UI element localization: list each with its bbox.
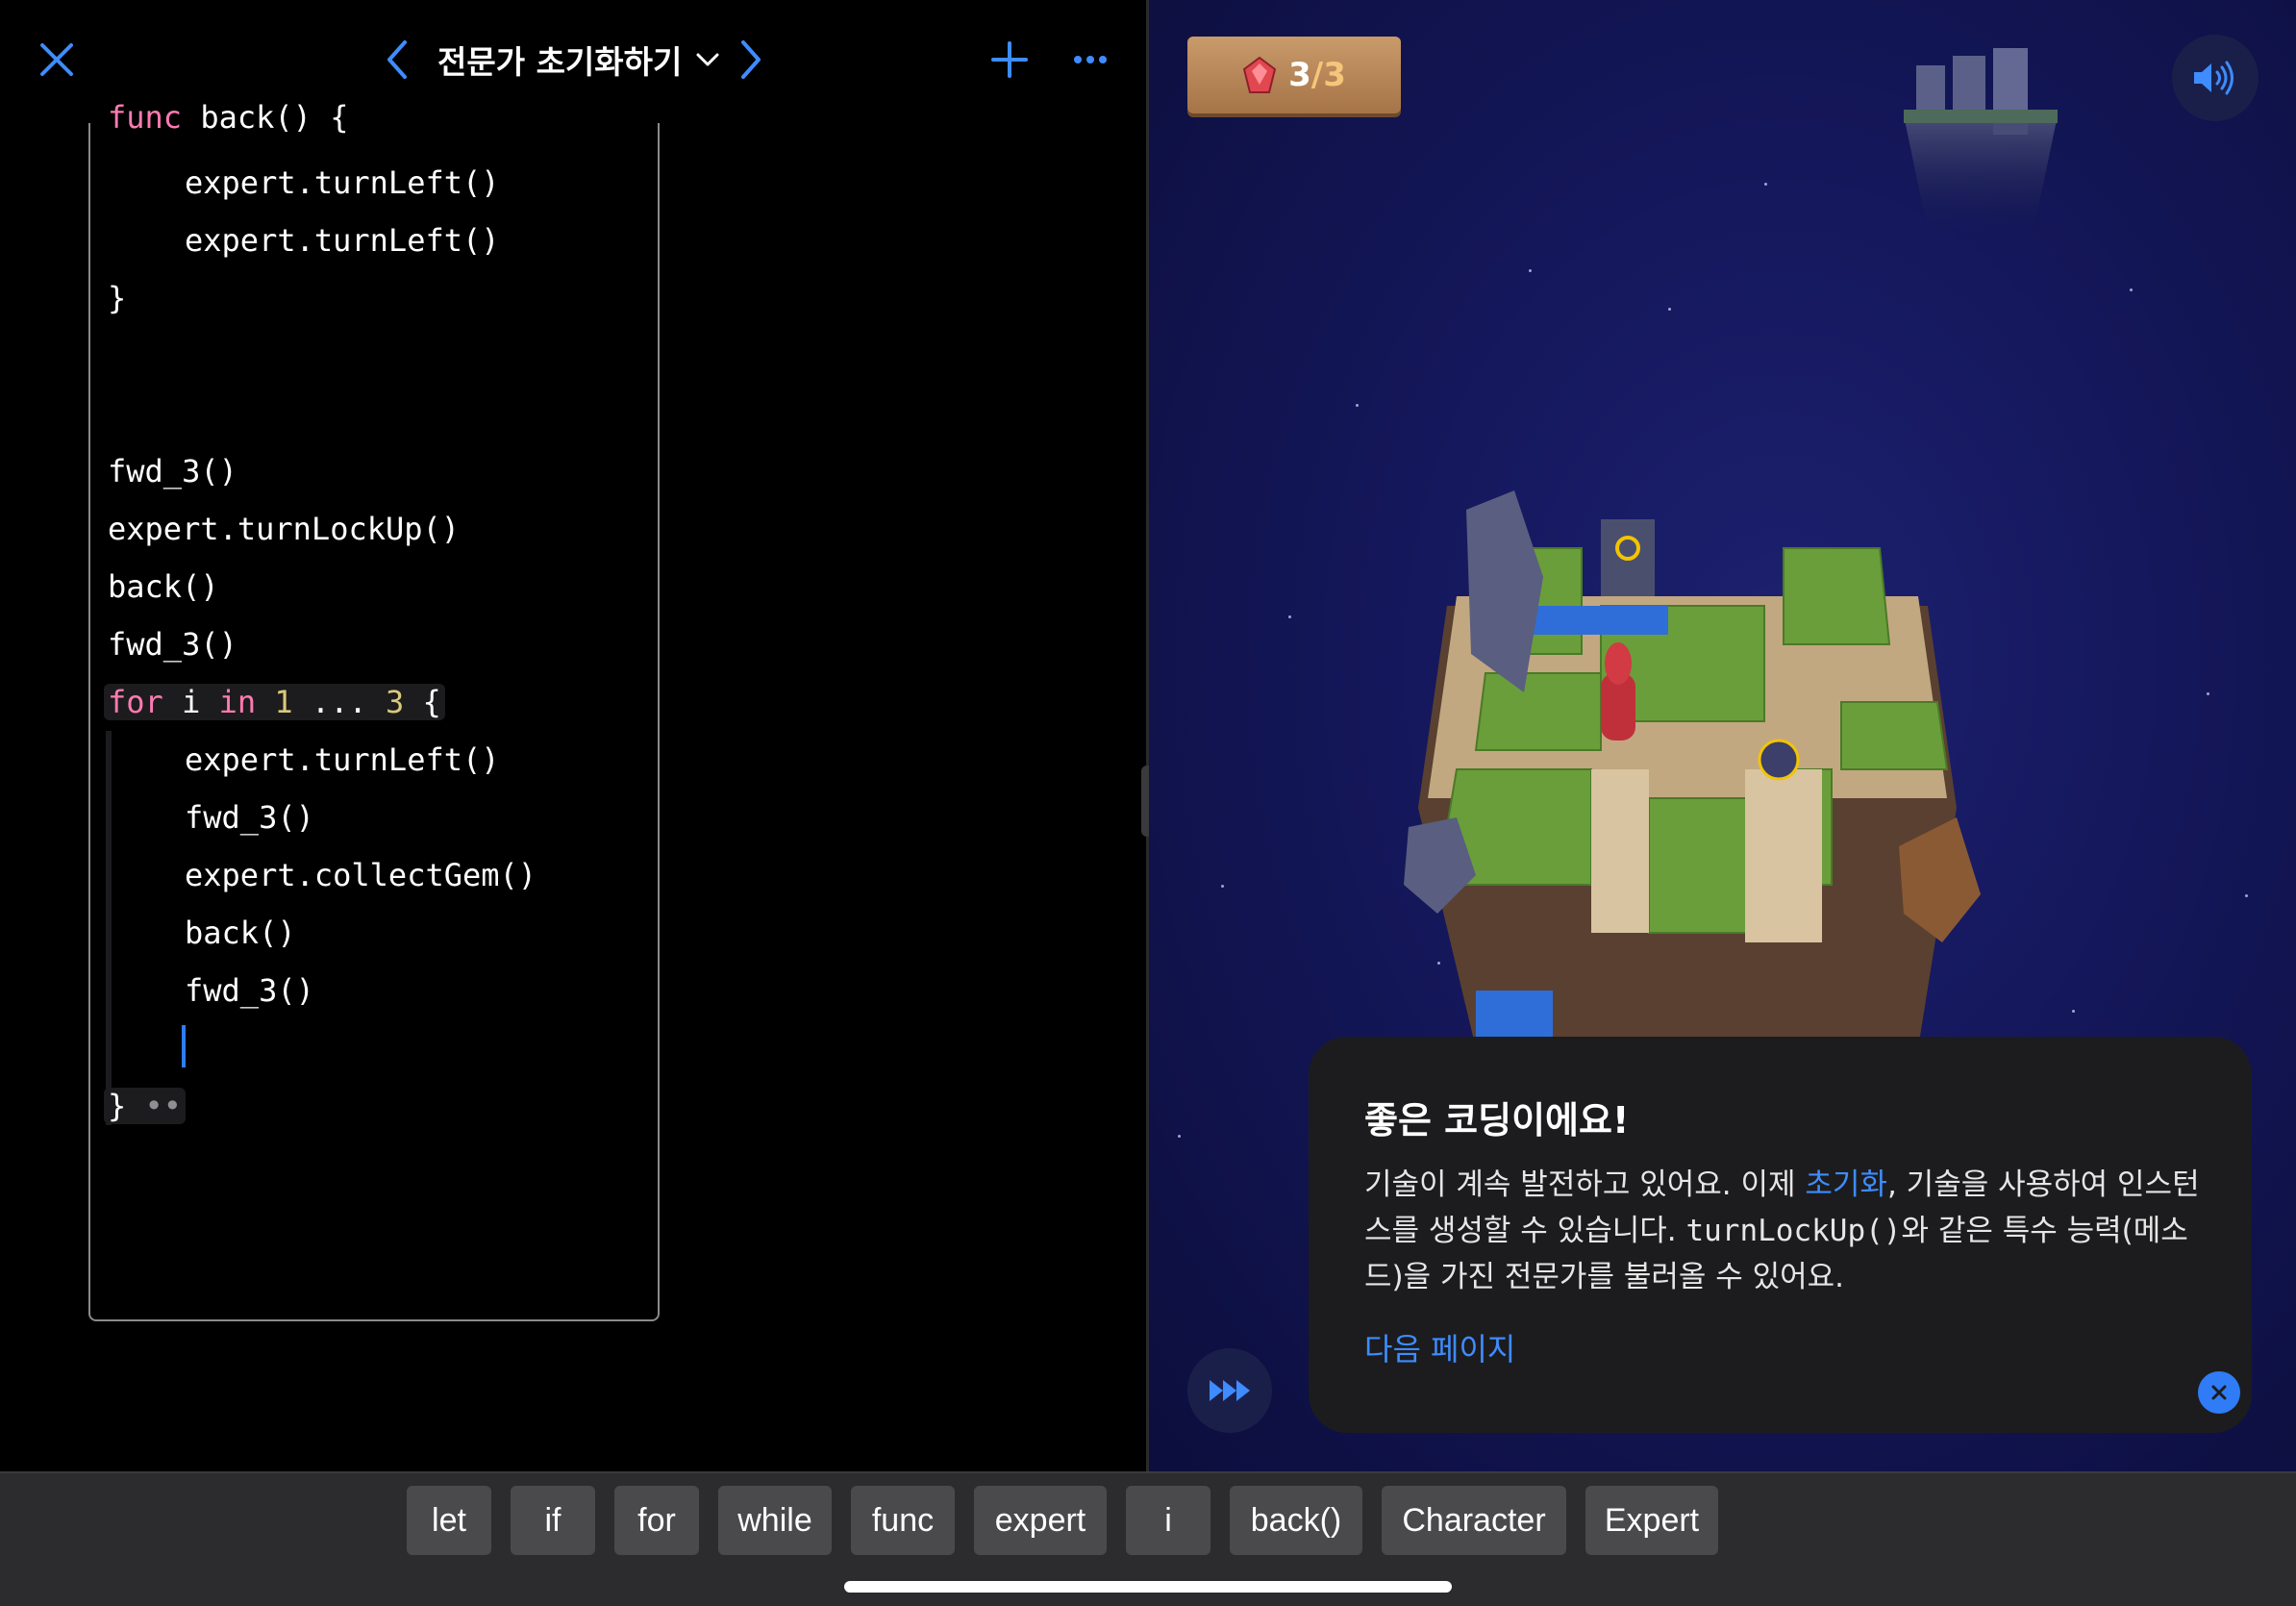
star — [2245, 894, 2248, 897]
shortcut-func[interactable]: func — [851, 1486, 955, 1555]
star — [2072, 1010, 2075, 1013]
gem-icon — [1242, 56, 1277, 93]
star — [1529, 269, 1532, 272]
shortcut-character[interactable]: Character — [1382, 1486, 1566, 1555]
close-icon — [2211, 1385, 2227, 1400]
code-line[interactable]: } — [108, 269, 126, 327]
close-button[interactable] — [26, 29, 87, 90]
code-line[interactable]: fwd_3() — [108, 789, 314, 846]
shortcut-for[interactable]: for — [614, 1486, 699, 1555]
fold-marker[interactable]: •• — [145, 1088, 183, 1124]
star — [2130, 289, 2133, 291]
code-line[interactable]: expert.turnLeft() — [108, 212, 500, 269]
previous-page-button[interactable] — [367, 29, 429, 90]
page-title: 전문가 초기화하기 — [437, 43, 683, 81]
code-line[interactable]: fwd_3() — [108, 962, 314, 1019]
code-keyword: for — [108, 684, 163, 720]
code-line[interactable]: expert.collectGem() — [108, 846, 537, 904]
loop-closing-line[interactable]: } •• — [104, 1077, 187, 1135]
hint-body: 기술이 계속 발전하고 있어요. 이제 초기화, 기술을 사용하여 인스턴스를 … — [1364, 1162, 2210, 1300]
hint-title: 좋은 코딩이에요! — [1364, 1099, 1630, 1142]
gem-counter-sign: 3/3 — [1187, 37, 1401, 113]
hint-card: 좋은 코딩이에요! 기술이 계속 발전하고 있어요. 이제 초기화, 기술을 사… — [1309, 1037, 2252, 1433]
code-line[interactable]: fwd_3() — [108, 442, 237, 500]
next-page-button[interactable] — [719, 29, 781, 90]
puzzle-world-view: 3/3 좋은 코딩이에요! 기술이 계속 발전하고 있어요. 이제 초기화, 기… — [1149, 0, 2296, 1471]
shortcut-i[interactable]: i — [1126, 1486, 1210, 1555]
chevron-down-icon — [696, 53, 719, 66]
star — [1356, 404, 1359, 407]
plus-icon — [991, 41, 1028, 78]
star — [1764, 183, 1767, 186]
floating-island-image — [1904, 48, 2058, 231]
chevron-right-icon — [741, 40, 761, 79]
star — [1288, 615, 1291, 618]
text-cursor — [182, 1025, 186, 1067]
gem-total: /3 — [1310, 56, 1346, 94]
page-title-menu[interactable]: 전문가 초기화하기 — [437, 37, 720, 83]
shortcut-back[interactable]: back() — [1230, 1486, 1362, 1555]
code-keyword: func — [108, 99, 183, 136]
sound-button[interactable] — [2172, 35, 2259, 121]
star — [1178, 1135, 1181, 1138]
code-line[interactable]: expert.turnLeft() — [108, 154, 500, 212]
code-line[interactable]: func back() { — [108, 88, 348, 146]
code-line[interactable]: back() — [108, 558, 219, 615]
range-operator: ... — [311, 684, 367, 720]
shortcut-while[interactable]: while — [718, 1486, 832, 1555]
star — [1221, 885, 1224, 888]
code-line[interactable]: expert.turnLeft() — [108, 731, 500, 789]
code-number: 3 — [385, 684, 405, 720]
gem-count: 3 — [1288, 56, 1311, 94]
puzzle-island-image — [1404, 490, 1981, 1048]
glossary-link[interactable]: 초기화 — [1805, 1167, 1887, 1202]
code-keyword: in — [218, 684, 257, 720]
code-brace: } — [108, 1088, 127, 1124]
code-number: 1 — [274, 684, 293, 720]
fast-forward-icon — [1210, 1380, 1250, 1401]
code-line[interactable]: fwd_3() — [108, 615, 237, 673]
add-button[interactable] — [979, 29, 1040, 90]
shortcut-let[interactable]: let — [407, 1486, 491, 1555]
next-page-link[interactable]: 다음 페이지 — [1364, 1325, 1515, 1369]
code-line[interactable]: back() — [108, 904, 296, 962]
hint-code-term: turnLockUp() — [1685, 1214, 1902, 1248]
run-code-button[interactable] — [1187, 1348, 1272, 1433]
code-shortcut-bar: let if for while func expert i back() Ch… — [0, 1471, 2296, 1606]
home-indicator[interactable] — [844, 1581, 1452, 1593]
shortcut-expert[interactable]: expert — [974, 1486, 1107, 1555]
for-loop-header[interactable]: for i in 1 ... 3 { — [104, 673, 445, 731]
ellipsis-icon — [1074, 56, 1107, 63]
hint-body-text: 기술이 계속 발전하고 있어요. 이제 — [1364, 1167, 1806, 1202]
speaker-icon — [2194, 61, 2234, 95]
close-icon — [40, 43, 73, 76]
star — [1668, 308, 1671, 311]
code-editor-pane: 전문가 초기화하기 func back() { expert.turnLeft(… — [0, 0, 1146, 1471]
hint-close-button[interactable] — [2198, 1371, 2240, 1414]
chevron-left-icon — [387, 40, 407, 79]
more-button[interactable] — [1060, 29, 1121, 90]
star — [2207, 692, 2209, 695]
shortcut-if[interactable]: if — [511, 1486, 595, 1555]
code-line[interactable]: expert.turnLockUp() — [108, 500, 460, 558]
shortcut-expert-type[interactable]: Expert — [1585, 1486, 1718, 1555]
loop-variable: i — [182, 684, 201, 720]
code-brace: { — [422, 684, 441, 720]
